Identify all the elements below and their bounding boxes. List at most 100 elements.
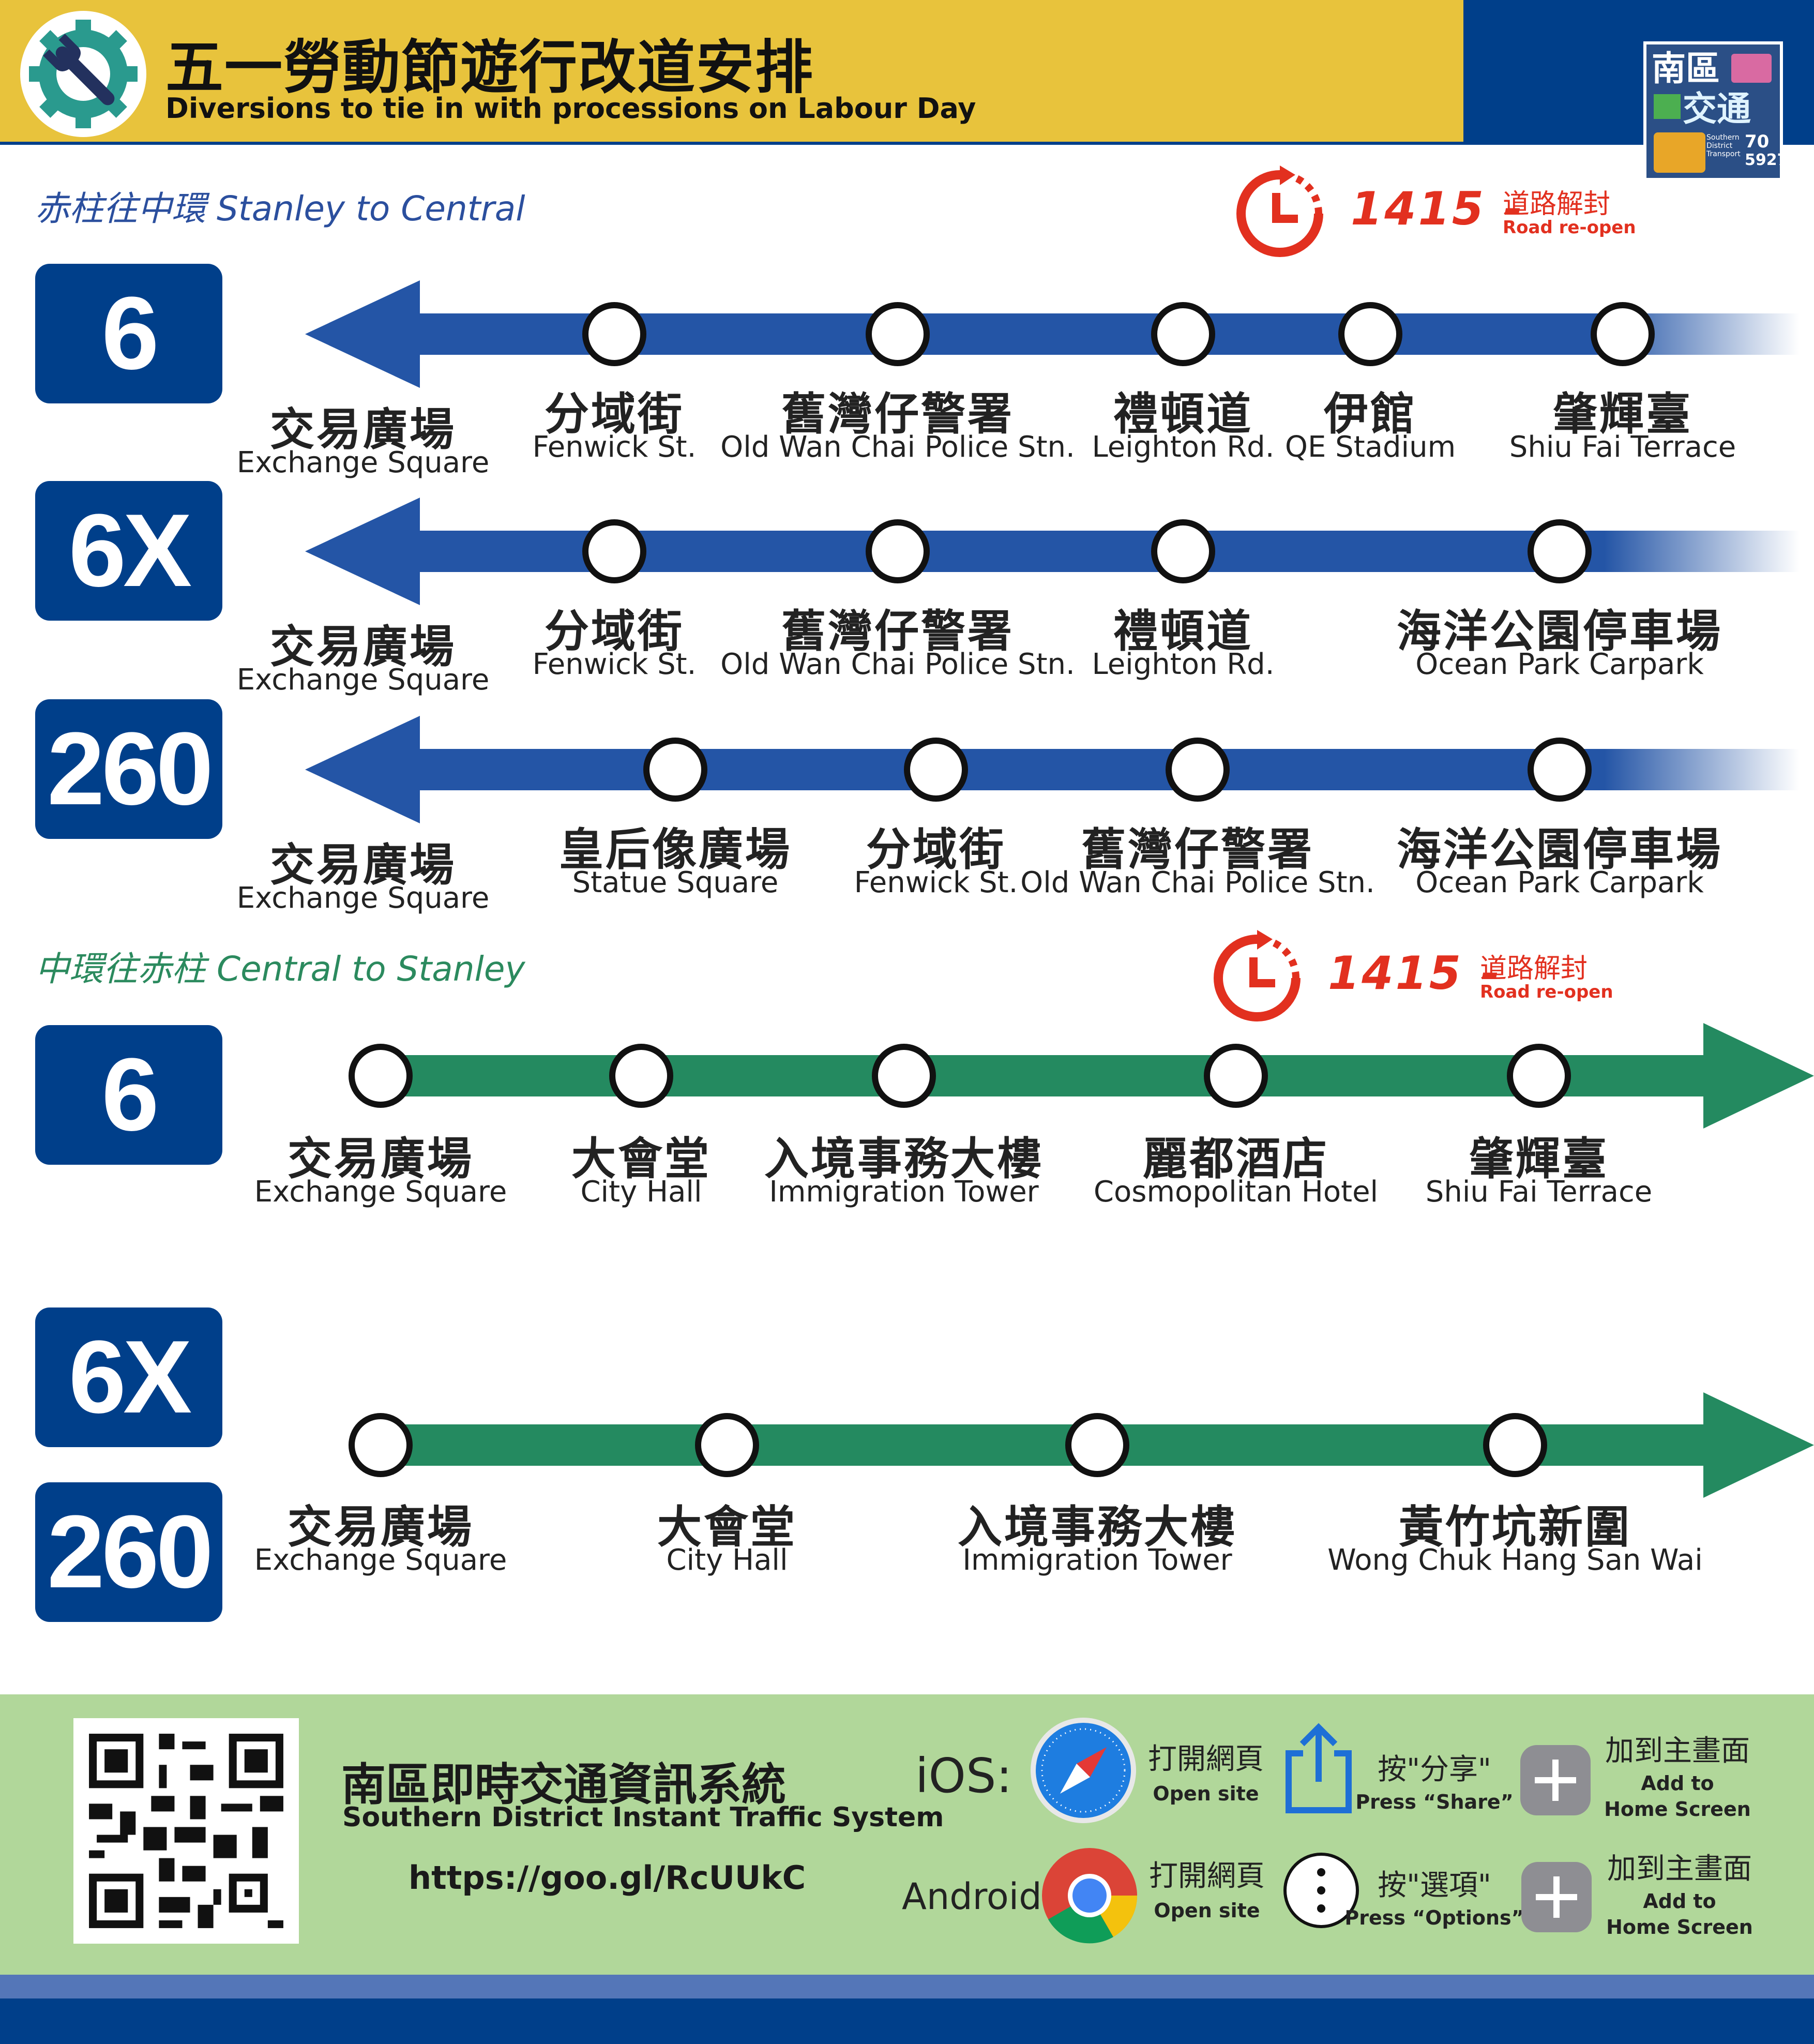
stop-marker xyxy=(1151,302,1215,366)
stop-name-en: Fenwick St. xyxy=(532,430,697,464)
stop-name-en: Cosmopolitan Hotel xyxy=(1093,1175,1379,1209)
stop-marker xyxy=(1166,738,1230,802)
southern-district-transport-logo: 南區 交通 Southern District Transport 70 592… xyxy=(1643,41,1788,181)
clock-reopen-icon xyxy=(1236,166,1323,257)
header-underline xyxy=(0,142,1814,145)
footer-url-link[interactable]: https://goo.gl/RcUUkC xyxy=(409,1859,806,1897)
logo-bus-icon xyxy=(1731,54,1772,83)
stop-marker xyxy=(609,1044,673,1108)
safari-icon[interactable] xyxy=(1029,1716,1138,1825)
stop-marker xyxy=(582,302,646,366)
stop-marker xyxy=(1338,302,1402,366)
route-line-6-westbound xyxy=(403,313,1800,355)
android-step3-en: Add to xyxy=(1643,1890,1716,1913)
direction-arrow-right xyxy=(1703,1392,1814,1498)
logo-number-1: 70 xyxy=(1745,131,1770,152)
qr-code[interactable] xyxy=(73,1718,299,1944)
android-label: Android: xyxy=(902,1875,1054,1918)
direction-arrow-left xyxy=(305,498,420,605)
stop-name-en: Shiu Fai Terrace xyxy=(1425,1175,1653,1209)
stop-marker xyxy=(866,519,930,583)
stop-name-en: Fenwick St. xyxy=(532,648,697,681)
ios-step3-en: Add to xyxy=(1641,1772,1714,1795)
destination-name-en: Exchange Square xyxy=(236,663,490,697)
reopen-label-zh: 道路解封 xyxy=(1480,953,1588,984)
route-box-6: 6 xyxy=(35,1025,222,1165)
stop-marker xyxy=(1151,519,1215,583)
stop-name-en: Leighton Rd. xyxy=(1092,430,1275,464)
direction-arrow-left xyxy=(305,280,420,388)
logo-car-icon xyxy=(1654,132,1705,173)
stop-marker xyxy=(1528,519,1592,583)
stop-marker xyxy=(582,519,646,583)
stop-name-en: Immigration Tower xyxy=(769,1175,1039,1209)
stop-name-en: Ocean Park Carpark xyxy=(1415,866,1704,899)
android-step3-zh: 加到主畫面 xyxy=(1607,1852,1752,1886)
logo-green-block xyxy=(1654,94,1681,119)
stop-name-en: Exchange Square xyxy=(254,1175,507,1209)
footer-bottom-band xyxy=(0,1998,1814,2044)
stop-marker xyxy=(1065,1413,1129,1477)
stop-marker xyxy=(349,1044,413,1108)
stop-name-en: QE Stadium xyxy=(1284,430,1456,464)
reopen-label-en: Road re-open xyxy=(1480,982,1613,1002)
ios-step3-en2: Home Screen xyxy=(1604,1798,1751,1821)
section-heading-stanley-to-central: 赤柱往中環 Stanley to Central xyxy=(35,189,525,229)
reopen-label-zh: 道路解封 xyxy=(1503,189,1611,220)
route-line-6x-260-eastbound xyxy=(381,1424,1710,1466)
route-box-6x: 6X xyxy=(35,481,222,621)
stop-name-en: Shiu Fai Terrace xyxy=(1509,430,1736,464)
android-step1-zh: 打開網頁 xyxy=(1149,1859,1265,1893)
clock-reopen-icon xyxy=(1214,930,1301,1021)
stop-marker xyxy=(1204,1044,1268,1108)
plus-icon[interactable] xyxy=(1520,1745,1591,1815)
stop-name-en: Exchange Square xyxy=(254,1543,507,1577)
route-box-6: 6 xyxy=(35,264,222,403)
plus-icon[interactable] xyxy=(1521,1862,1592,1932)
stop-marker xyxy=(1483,1413,1547,1477)
stop-marker xyxy=(643,738,707,802)
destination-name-en: Exchange Square xyxy=(236,881,490,915)
stop-marker xyxy=(1591,302,1655,366)
ios-step2-zh: 按"分享" xyxy=(1378,1753,1491,1786)
android-step3-en2: Home Screen xyxy=(1606,1916,1753,1938)
stop-marker xyxy=(1507,1044,1571,1108)
logo-line2: 交通 xyxy=(1683,89,1751,129)
reopen-time: 1415 - xyxy=(1328,946,1502,1000)
android-step1-en: Open site xyxy=(1154,1899,1260,1922)
route-box-260: 260 xyxy=(35,1482,222,1622)
page-subtitle: Diversions to tie in with processions on… xyxy=(165,92,976,125)
direction-arrow-right xyxy=(1703,1023,1814,1129)
stop-name-en: Fenwick St. xyxy=(854,866,1018,899)
stop-name-en: Old Wan Chai Police Stn. xyxy=(1020,866,1375,899)
stop-marker xyxy=(1528,738,1592,802)
route-line-6-eastbound xyxy=(381,1055,1710,1096)
stop-name-en: City Hall xyxy=(580,1175,702,1209)
logo-small-text: Southern District Transport xyxy=(1706,133,1741,158)
stop-name-en: City Hall xyxy=(666,1543,788,1577)
stop-name-en: Statue Square xyxy=(572,866,779,899)
android-step2-en: Press “Options” xyxy=(1344,1906,1524,1929)
reopen-time: 1415 - xyxy=(1351,182,1525,235)
chrome-icon[interactable] xyxy=(1040,1846,1139,1945)
stop-name-en: Ocean Park Carpark xyxy=(1415,648,1704,681)
stop-name-en: Old Wan Chai Police Stn. xyxy=(720,430,1075,464)
section-heading-central-to-stanley: 中環往赤柱 Central to Stanley xyxy=(35,949,525,989)
wrench-gear-icon xyxy=(20,11,146,137)
route-box-6x: 6X xyxy=(35,1307,222,1447)
stop-name-en: Old Wan Chai Police Stn. xyxy=(720,648,1075,681)
route-box-260: 260 xyxy=(35,699,222,839)
stop-marker xyxy=(349,1413,413,1477)
header: 五一勞動節遊行改道安排 Diversions to tie in with pr… xyxy=(0,0,1814,181)
direction-arrow-left xyxy=(305,716,420,823)
footer-title-en: Southern District Instant Traffic System xyxy=(342,1802,944,1833)
reopen-label-en: Road re-open xyxy=(1503,217,1636,238)
footer-stripe xyxy=(0,1975,1814,1998)
stop-marker xyxy=(866,302,930,366)
stop-name-en: Leighton Rd. xyxy=(1092,648,1275,681)
stop-marker xyxy=(695,1413,759,1477)
share-icon[interactable] xyxy=(1282,1722,1355,1815)
destination-name-en: Exchange Square xyxy=(236,446,490,479)
ios-step1-zh: 打開網頁 xyxy=(1148,1742,1264,1776)
stop-name-en: Wong Chuk Hang San Wai xyxy=(1327,1543,1703,1577)
